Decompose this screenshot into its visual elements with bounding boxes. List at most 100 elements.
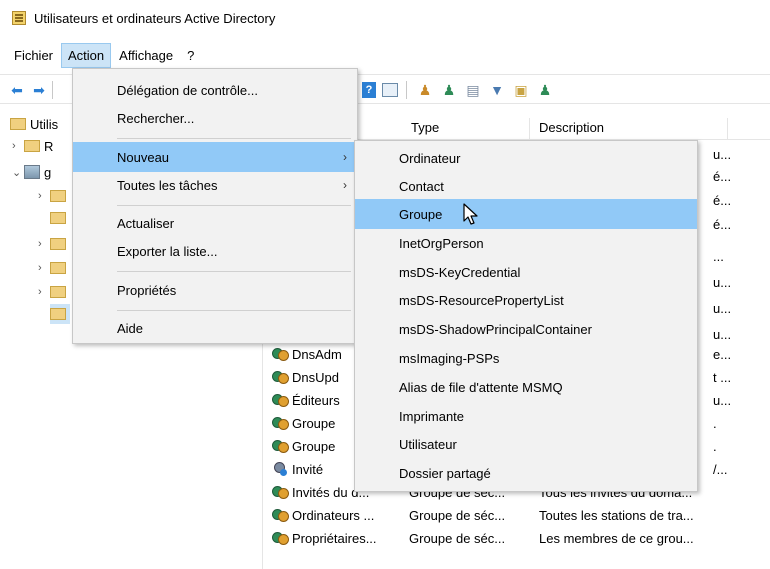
description-cell: é... — [713, 217, 732, 232]
menu-item-toutes-taches[interactable]: Toutes les tâches › — [73, 170, 357, 200]
domain-icon — [24, 165, 40, 179]
description-cell: Toutes les stations de tra... — [539, 508, 694, 523]
group-icon — [271, 439, 289, 453]
description-cell: u... — [713, 393, 732, 408]
menu-item-delegation[interactable]: Délégation de contrôle... — [73, 75, 357, 105]
add-to-group-icon[interactable]: ♟ — [536, 81, 554, 99]
menu-separator — [117, 310, 351, 311]
submenu-item-contact[interactable]: Contact — [355, 171, 697, 201]
description-cell: t ... — [713, 370, 732, 385]
menu-action[interactable]: Action — [61, 42, 112, 68]
submenu-item-groupe[interactable]: Groupe — [355, 199, 697, 229]
submenu-item-utilisateur[interactable]: Utilisateur — [355, 429, 697, 459]
chevron-right-icon[interactable]: › — [12, 140, 24, 152]
menu-item-exporter[interactable]: Exporter la liste... — [73, 236, 357, 266]
description-cell: e... — [713, 347, 732, 362]
menu-item-aide[interactable]: Aide — [73, 313, 357, 343]
submenu-arrow-icon: › — [343, 178, 347, 192]
action-menu: Délégation de contrôle... Rechercher... … — [72, 68, 358, 344]
chevron-right-icon[interactable]: › — [38, 262, 50, 274]
folder-icon — [24, 140, 40, 152]
folder-icon — [50, 212, 66, 224]
description-cell: . — [713, 439, 717, 454]
menu-item-nouveau[interactable]: Nouveau › — [73, 142, 357, 172]
submenu-item-ordinateur[interactable]: Ordinateur — [355, 143, 697, 173]
description-cell: ... — [713, 249, 724, 264]
name-cell: Propriétaires... — [271, 531, 405, 546]
chevron-right-icon[interactable]: › — [38, 190, 50, 202]
menu-item-proprietes[interactable]: Propriétés — [73, 275, 357, 305]
description-cell: é... — [713, 193, 732, 208]
folder-icon — [50, 308, 66, 320]
name-cell: Éditeurs — [271, 393, 355, 408]
back-arrow-icon[interactable]: ⬅ — [8, 81, 26, 99]
name-cell: Groupe — [271, 439, 355, 454]
new-ou-icon[interactable]: ▤ — [464, 81, 482, 99]
group-icon — [271, 393, 289, 407]
submenu-item-resourcepropertylist[interactable]: msDS-ResourcePropertyList — [355, 285, 697, 315]
tree-item[interactable]: ⌄ g — [12, 162, 51, 182]
console-tree-icon[interactable] — [382, 83, 398, 97]
type-cell: Groupe de séc... — [409, 531, 506, 546]
tree-item[interactable]: › R — [12, 136, 53, 156]
find-icon[interactable]: ▣ — [512, 81, 530, 99]
new-user-icon[interactable]: ♟ — [416, 81, 434, 99]
table-row[interactable]: Propriétaires... Groupe de séc... Les me… — [263, 528, 770, 550]
folder-icon — [50, 262, 66, 274]
chevron-down-icon[interactable]: ⌄ — [12, 166, 24, 179]
new-group-icon[interactable]: ♟ — [440, 81, 458, 99]
toolbar-separator — [406, 81, 407, 99]
toolbar-separator — [52, 81, 53, 99]
tree-child[interactable] — [50, 208, 70, 228]
submenu-item-imprimante[interactable]: Imprimante — [355, 401, 697, 431]
menu-separator — [117, 205, 351, 206]
column-header-type[interactable]: Type — [411, 120, 439, 135]
forward-arrow-icon[interactable]: ➡ — [30, 81, 48, 99]
submenu-item-inetorgperson[interactable]: InetOrgPerson — [355, 228, 697, 258]
window-title: Utilisateurs et ordinateurs Active Direc… — [34, 10, 276, 26]
help-icon[interactable]: ? — [362, 82, 376, 98]
menu-bar: Fichier Action Affichage ? — [0, 42, 770, 68]
tree-root[interactable]: Utilis — [10, 114, 58, 134]
table-row[interactable]: Ordinateurs ... Groupe de séc... Toutes … — [263, 505, 770, 527]
tree-item-label: R — [44, 138, 54, 154]
group-icon — [271, 485, 289, 499]
tree-child[interactable]: › — [38, 234, 70, 254]
column-separator[interactable] — [529, 118, 530, 140]
menu-fichier[interactable]: Fichier — [8, 44, 59, 67]
snapin-icon — [10, 118, 26, 130]
tree-child[interactable]: › — [38, 282, 70, 302]
menu-affichage[interactable]: Affichage — [113, 44, 179, 67]
description-cell: u... — [713, 147, 732, 162]
type-cell: Groupe de séc... — [409, 508, 506, 523]
submenu-item-dossier-partage[interactable]: Dossier partagé — [355, 458, 697, 488]
group-icon — [271, 416, 289, 430]
description-cell: u... — [713, 275, 732, 290]
column-header-description[interactable]: Description — [539, 120, 604, 135]
description-cell: . — [713, 416, 717, 431]
filter-icon[interactable]: ▼ — [488, 81, 506, 99]
folder-icon — [50, 286, 66, 298]
menu-separator — [117, 271, 351, 272]
chevron-right-icon[interactable]: › — [38, 238, 50, 250]
menu-help[interactable]: ? — [181, 44, 200, 67]
name-cell: Groupe — [271, 416, 355, 431]
user-icon — [271, 462, 289, 476]
submenu-arrow-icon: › — [343, 150, 347, 164]
tree-child[interactable]: › — [38, 186, 70, 206]
menu-item-rechercher[interactable]: Rechercher... — [73, 103, 357, 133]
tree-child[interactable]: › — [38, 258, 70, 278]
description-cell: é... — [713, 169, 732, 184]
tree-item-label: g — [44, 164, 52, 180]
column-separator[interactable] — [727, 118, 728, 140]
app-icon — [12, 11, 26, 25]
tree-root-label: Utilis — [30, 116, 59, 132]
chevron-right-icon[interactable]: › — [38, 286, 50, 298]
menu-item-actualiser[interactable]: Actualiser — [73, 208, 357, 238]
submenu-item-shadowprincipalcontainer[interactable]: msDS-ShadowPrincipalContainer — [355, 314, 697, 344]
tree-child-selected[interactable] — [50, 304, 70, 324]
submenu-item-msimaging-psps[interactable]: msImaging-PSPs — [355, 343, 697, 373]
submenu-item-keycredential[interactable]: msDS-KeyCredential — [355, 257, 697, 287]
menu-separator — [117, 138, 351, 139]
submenu-item-msmq-alias[interactable]: Alias de file d'attente MSMQ — [355, 372, 697, 402]
